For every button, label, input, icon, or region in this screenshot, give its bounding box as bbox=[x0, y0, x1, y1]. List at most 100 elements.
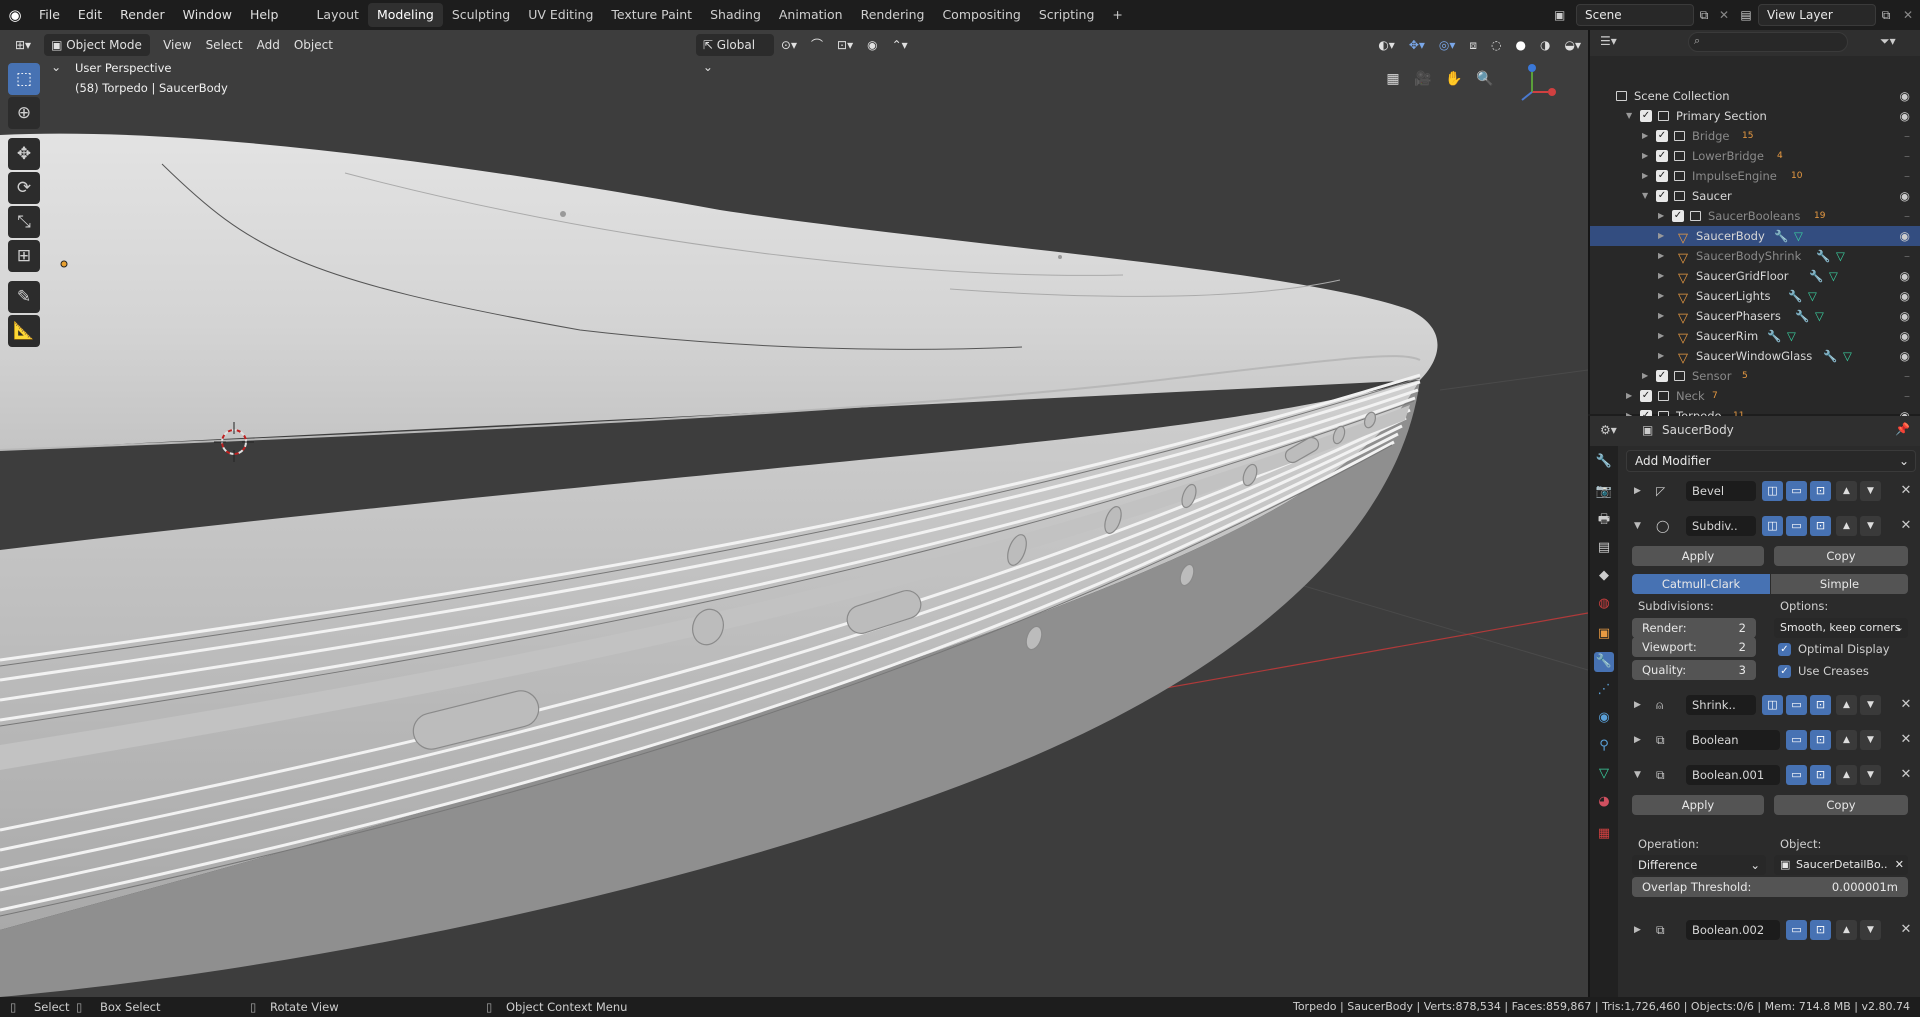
zoom-view-icon[interactable]: 🔍 bbox=[1472, 66, 1498, 92]
transform-tool[interactable]: ⊞ bbox=[8, 240, 40, 272]
use-creases-checkbox[interactable]: ✓ bbox=[1778, 665, 1791, 678]
hidden-icon[interactable]: – bbox=[1904, 366, 1910, 386]
eye-icon[interactable]: ◉ bbox=[1900, 86, 1910, 106]
move-up-icon[interactable]: ▲ bbox=[1836, 481, 1857, 501]
expand-arrow-icon[interactable]: ▼ bbox=[1642, 186, 1652, 206]
expand-arrow-icon[interactable]: ▶ bbox=[1642, 146, 1652, 166]
outliner-row-saucerbody[interactable]: ▶ ▽ SaucerBody 🔧 ▽ ◉ bbox=[1590, 226, 1920, 246]
menu-view[interactable]: View bbox=[156, 34, 198, 56]
outliner-row-saucerwindowglass[interactable]: ▶ ▽ SaucerWindowGlass 🔧 ▽ ◉ bbox=[1590, 346, 1920, 366]
operation-dropdown[interactable]: Difference ⌄ bbox=[1632, 855, 1766, 875]
eye-icon[interactable]: ◉ bbox=[1900, 106, 1910, 126]
hidden-icon[interactable]: – bbox=[1904, 386, 1910, 406]
move-down-icon[interactable]: ▼ bbox=[1860, 481, 1881, 501]
expand-arrow-icon[interactable]: ▶ bbox=[1642, 126, 1652, 146]
world-tab-icon[interactable]: ◍ bbox=[1594, 594, 1614, 614]
tab-compositing[interactable]: Compositing bbox=[933, 3, 1029, 27]
catmull-clark-option[interactable]: Catmull-Clark bbox=[1632, 574, 1770, 594]
exclude-checkbox[interactable]: ✓ bbox=[1656, 370, 1668, 382]
falloff-icon[interactable]: ⌃▾ bbox=[885, 34, 915, 56]
outliner-row-impulseengine[interactable]: ▶ ✓ ImpulseEngine 10 – bbox=[1590, 166, 1920, 186]
clear-object-icon[interactable]: ✕ bbox=[1895, 855, 1904, 875]
pin-icon[interactable]: 📌 bbox=[1895, 422, 1910, 436]
outliner-row-saucerbodyshrink[interactable]: ▶ ▽ SaucerBodyShrink 🔧 ▽ – bbox=[1590, 246, 1920, 266]
tab-modeling[interactable]: Modeling bbox=[367, 3, 443, 27]
proportional-edit-icon[interactable]: ◉ bbox=[860, 34, 884, 56]
eye-icon[interactable]: ◉ bbox=[1900, 346, 1910, 366]
tab-shading[interactable]: Shading bbox=[701, 3, 770, 27]
eye-icon[interactable]: ◉ bbox=[1900, 226, 1910, 246]
realtime-toggle-icon[interactable]: ▭ bbox=[1786, 516, 1807, 536]
render-toggle-icon[interactable]: ⊡ bbox=[1810, 695, 1831, 715]
editmode-toggle-icon[interactable]: ◫ bbox=[1762, 695, 1783, 715]
expand-arrow-icon[interactable]: ▶ bbox=[1634, 730, 1641, 750]
overlap-threshold-field[interactable]: Overlap Threshold: 0.000001m bbox=[1632, 877, 1908, 897]
modifier-name-field[interactable]: Subdiv.. bbox=[1686, 516, 1756, 536]
scene-field[interactable]: Scene bbox=[1576, 4, 1694, 26]
remove-modifier-icon[interactable]: ✕ bbox=[1898, 516, 1914, 536]
transform-orientation-dropdown[interactable]: ⇱ Global ⌄ bbox=[695, 34, 774, 74]
tab-uv-editing[interactable]: UV Editing bbox=[519, 3, 602, 27]
outliner-row-lowerbridge[interactable]: ▶ ✓ LowerBridge 4 – bbox=[1590, 146, 1920, 166]
overlays-icon[interactable]: ◎▾ bbox=[1432, 34, 1463, 56]
view-layer-icon[interactable]: ▤ bbox=[1734, 8, 1758, 22]
add-modifier-dropdown[interactable]: Add Modifier ⌄ bbox=[1626, 450, 1916, 472]
tab-animation[interactable]: Animation bbox=[770, 3, 852, 27]
view-layer-tab-icon[interactable]: ▤ bbox=[1594, 538, 1614, 558]
menu-add[interactable]: Add bbox=[250, 34, 287, 56]
menu-edit[interactable]: Edit bbox=[69, 0, 111, 30]
cursor-tool[interactable]: ⊕ bbox=[8, 97, 40, 129]
modifier-name-field[interactable]: Boolean bbox=[1686, 730, 1780, 750]
hidden-icon[interactable]: – bbox=[1904, 166, 1910, 186]
outliner-row-neck[interactable]: ▶ ✓ Neck 7 – bbox=[1590, 386, 1920, 406]
outliner-row-bridge[interactable]: ▶ ✓ Bridge 15 – bbox=[1590, 126, 1920, 146]
editor-type-icon[interactable]: ⊞▾ bbox=[8, 34, 38, 56]
exclude-checkbox[interactable]: ✓ bbox=[1672, 210, 1684, 222]
snap-icon[interactable]: ⌒ bbox=[804, 34, 830, 56]
scale-tool[interactable]: ⤡ bbox=[8, 206, 40, 238]
hidden-icon[interactable]: – bbox=[1904, 246, 1910, 266]
viewport-levels-field[interactable]: Viewport: 2 bbox=[1632, 637, 1756, 657]
expand-arrow-icon[interactable]: ▶ bbox=[1658, 226, 1668, 246]
menu-file[interactable]: File bbox=[30, 0, 69, 30]
texture-tab-icon[interactable]: ▦ bbox=[1594, 824, 1614, 844]
move-up-icon[interactable]: ▲ bbox=[1836, 920, 1857, 940]
pan-view-icon[interactable]: ✋ bbox=[1441, 66, 1467, 92]
outliner-editor-icon[interactable]: ☰▾ bbox=[1600, 34, 1617, 48]
realtime-toggle-icon[interactable]: ▭ bbox=[1786, 765, 1807, 785]
perspective-toggle-icon[interactable]: ▦ bbox=[1380, 66, 1406, 92]
expand-arrow-icon[interactable]: ▶ bbox=[1634, 920, 1641, 940]
expand-arrow-icon[interactable]: ▶ bbox=[1658, 346, 1668, 366]
realtime-toggle-icon[interactable]: ▭ bbox=[1786, 920, 1807, 940]
filter-icon[interactable]: ⏷▾ bbox=[1880, 34, 1896, 49]
view-layer-field[interactable]: View Layer bbox=[1758, 4, 1876, 26]
editmode-toggle-icon[interactable]: ◫ bbox=[1762, 516, 1783, 536]
move-up-icon[interactable]: ▲ bbox=[1836, 516, 1857, 536]
constraints-tab-icon[interactable]: ⚲ bbox=[1594, 736, 1614, 756]
hidden-icon[interactable]: – bbox=[1904, 206, 1910, 226]
data-tab-icon[interactable]: ▽ bbox=[1594, 764, 1614, 784]
outliner-row-sensor[interactable]: ▶ ✓ Sensor 5 – bbox=[1590, 366, 1920, 386]
apply-button[interactable]: Apply bbox=[1632, 546, 1764, 566]
outliner-row-scene-collection[interactable]: Scene Collection ◉ bbox=[1590, 86, 1920, 106]
blender-logo-icon[interactable]: ◉ bbox=[0, 0, 30, 30]
gizmo-icon[interactable]: ✥▾ bbox=[1402, 34, 1432, 56]
tab-scripting[interactable]: Scripting bbox=[1030, 3, 1104, 27]
new-scene-icon[interactable]: ⧉ bbox=[1694, 8, 1714, 23]
outliner-row-saucergridfloor[interactable]: ▶ ▽ SaucerGridFloor 🔧 ▽ ◉ bbox=[1590, 266, 1920, 286]
delete-view-layer-icon[interactable]: ✕ bbox=[1896, 8, 1920, 22]
delete-scene-icon[interactable]: ✕ bbox=[1714, 8, 1734, 22]
remove-modifier-icon[interactable]: ✕ bbox=[1898, 920, 1914, 940]
menu-render[interactable]: Render bbox=[111, 0, 174, 30]
shading-material-icon[interactable]: ◑ bbox=[1533, 34, 1557, 56]
optimal-display-checkbox[interactable]: ✓ bbox=[1778, 643, 1791, 656]
properties-editor-icon[interactable]: ⚙▾ bbox=[1600, 423, 1617, 437]
modifier-name-field[interactable]: Bevel bbox=[1686, 481, 1756, 501]
expand-arrow-icon[interactable]: ▶ bbox=[1658, 286, 1668, 306]
realtime-toggle-icon[interactable]: ▭ bbox=[1786, 730, 1807, 750]
expand-arrow-icon[interactable]: ▼ bbox=[1634, 516, 1641, 536]
move-up-icon[interactable]: ▲ bbox=[1836, 730, 1857, 750]
move-down-icon[interactable]: ▼ bbox=[1860, 730, 1881, 750]
visibility-icon[interactable]: ◐▾ bbox=[1371, 34, 1402, 56]
exclude-checkbox[interactable]: ✓ bbox=[1656, 170, 1668, 182]
